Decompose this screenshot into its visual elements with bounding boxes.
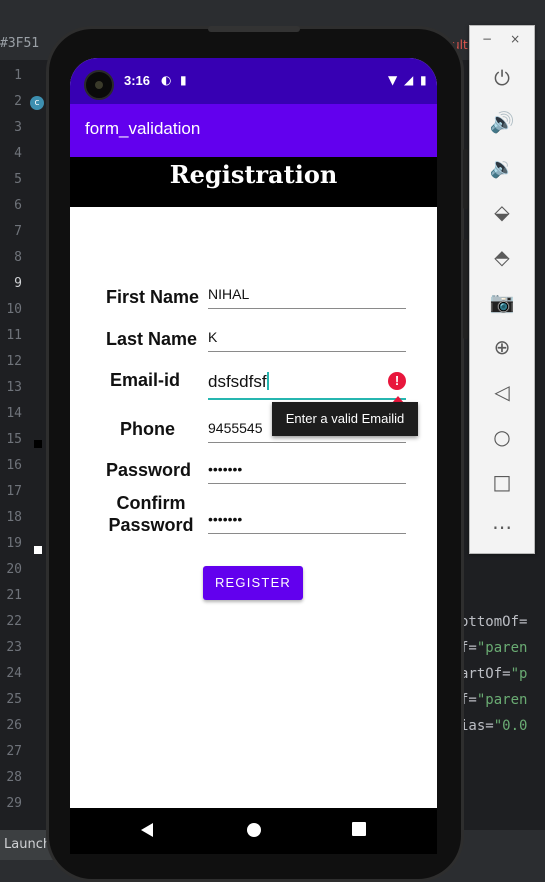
email-field[interactable]: dsfsdfsf ! (208, 368, 406, 400)
last-name-label: Last Name (106, 329, 198, 349)
line-number: 22 (6, 614, 22, 629)
power-icon[interactable]: ⏻ (486, 62, 518, 94)
line-number: 23 (6, 640, 22, 655)
line-number: 3 (14, 120, 22, 135)
line-number: 5 (14, 172, 22, 187)
code-line[interactable]: ottomOf= (460, 614, 527, 630)
signal-icon: ◢ (404, 73, 414, 87)
line-number: 15 (6, 432, 22, 447)
line-number: 17 (6, 484, 22, 499)
confirm-password-label: Confirm Password (108, 493, 194, 535)
rotate-right-icon[interactable]: ⬘ (486, 241, 518, 273)
code-line[interactable]: f="paren (460, 640, 527, 656)
line-number: 12 (6, 354, 22, 369)
confirm-password-value: ••••••• (208, 511, 243, 527)
line-number: 29 (6, 796, 22, 811)
nav-overview-icon[interactable] (352, 822, 366, 836)
ide-search-text[interactable]: #3F51 (0, 36, 39, 51)
media-icon: ◐ (161, 73, 172, 87)
close-button[interactable]: × (510, 32, 520, 46)
line-number: 25 (6, 692, 22, 707)
register-button[interactable]: REGISTER (203, 566, 303, 600)
android-nav-bar (70, 808, 437, 854)
phone-speaker (208, 26, 300, 32)
nav-back-icon[interactable] (140, 822, 154, 838)
last-name-field[interactable]: K (208, 321, 406, 352)
first-name-value: NIHAL (208, 286, 250, 302)
line-number: 2 (14, 94, 22, 109)
line-number: 11 (6, 328, 22, 343)
password-field[interactable]: ••••••• (208, 453, 406, 484)
zoom-icon[interactable]: ⊕ (486, 331, 518, 363)
password-label: Password (106, 460, 192, 480)
code-line[interactable]: ias="0.0 (460, 718, 527, 734)
back-icon[interactable]: ◁ (486, 376, 518, 408)
line-number: 24 (6, 666, 22, 681)
bookmark-marker[interactable] (34, 546, 42, 554)
camera-icon[interactable]: 📷 (486, 286, 518, 318)
line-number: 19 (6, 536, 22, 551)
line-number: 4 (14, 146, 22, 161)
front-camera (84, 70, 114, 100)
line-number: 26 (6, 718, 22, 733)
android-status-bar: 3:16 ◐ ▮ ▼ ◢ ▮ (70, 58, 437, 104)
line-number: 9 (14, 276, 22, 291)
line-number: 16 (6, 458, 22, 473)
confirm-password-field[interactable]: ••••••• (208, 503, 406, 534)
line-number: 10 (6, 302, 22, 317)
more-icon[interactable]: ⋯ (486, 511, 518, 543)
volume-side-button (463, 239, 468, 339)
line-number: 27 (6, 744, 22, 759)
volume-down-icon[interactable]: 🔉 (486, 151, 518, 183)
emulator-panel: − × ⏻ 🔊 🔉 ⬙ ⬘ 📷 ⊕ ◁ ○ □ ⋯ (469, 25, 535, 554)
breakpoint-marker[interactable] (34, 440, 42, 448)
last-name-value: K (208, 329, 218, 345)
wifi-icon: ▼ (388, 73, 398, 87)
line-number: 21 (6, 588, 22, 603)
line-number: 18 (6, 510, 22, 525)
line-number: 8 (14, 250, 22, 265)
password-value: ••••••• (208, 461, 243, 477)
first-name-field[interactable]: NIHAL (208, 278, 406, 309)
email-value: dsfsdfsf (208, 372, 269, 391)
line-number: 13 (6, 380, 22, 395)
line-number: 6 (14, 198, 22, 213)
line-number: 14 (6, 406, 22, 421)
line-number: 28 (6, 770, 22, 785)
text-cursor (266, 372, 269, 390)
volume-up-icon[interactable]: 🔊 (486, 106, 518, 138)
app-bar: form_validation (70, 104, 437, 157)
phone-screen: 3:16 ◐ ▮ ▼ ◢ ▮ form_validation Registrat… (70, 58, 437, 808)
overview-icon[interactable]: □ (486, 466, 518, 498)
phone-label: Phone (120, 419, 176, 439)
nav-home-icon[interactable] (246, 822, 262, 838)
line-number: 20 (6, 562, 22, 577)
phone-value: 9455545 (208, 420, 263, 436)
registration-heading: Registration (70, 157, 437, 207)
battery-icon: ▮ (420, 73, 427, 87)
status-time: 3:16 (124, 73, 151, 88)
email-error-tooltip: Enter a valid Emailid (272, 402, 418, 436)
line-number: 1 (14, 68, 22, 83)
class-gutter-icon[interactable]: c (30, 96, 44, 110)
error-icon: ! (388, 372, 406, 390)
code-line[interactable]: f="paren (460, 692, 527, 708)
first-name-label: First Name (106, 287, 200, 307)
line-number: 7 (14, 224, 22, 239)
sd-card-icon: ▮ (180, 73, 187, 87)
home-icon[interactable]: ○ (486, 421, 518, 453)
code-line[interactable]: artOf="p (460, 666, 527, 682)
minimize-button[interactable]: − (482, 32, 492, 46)
email-label: Email-id (110, 370, 181, 390)
rotate-left-icon[interactable]: ⬙ (486, 196, 518, 228)
power-side-button (463, 149, 468, 209)
app-title: form_validation (85, 119, 201, 138)
